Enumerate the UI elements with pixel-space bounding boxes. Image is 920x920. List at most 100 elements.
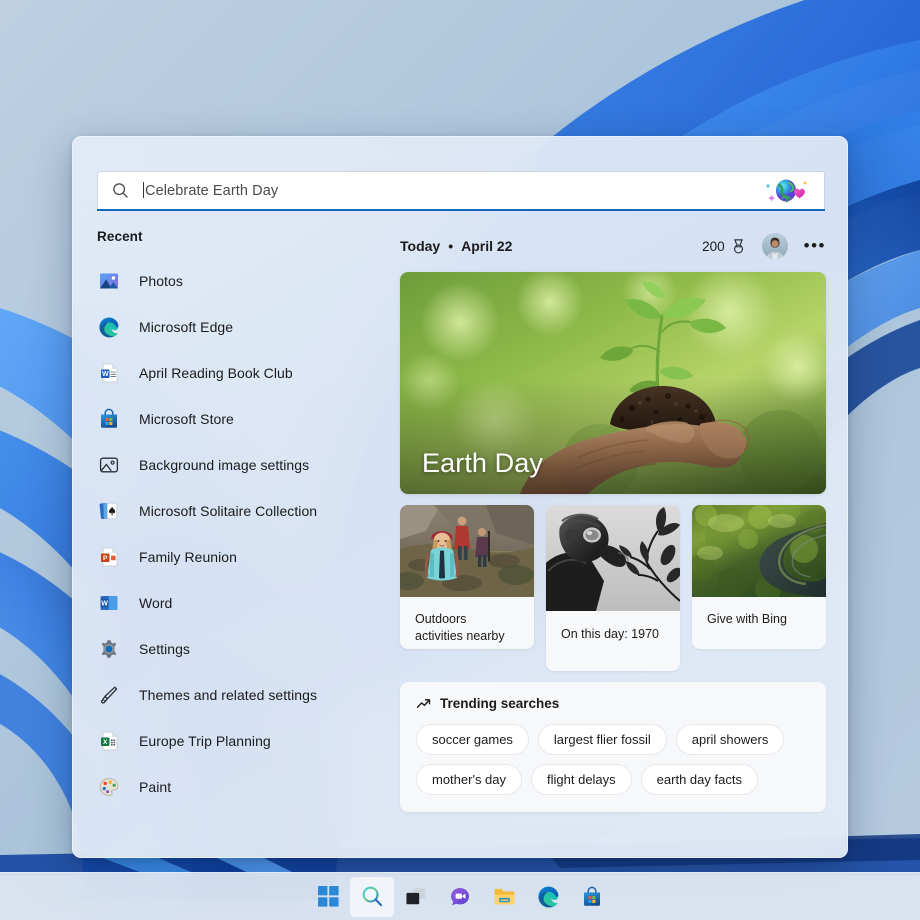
- edge-button[interactable]: [526, 877, 570, 917]
- microsoft-store-icon: [581, 886, 603, 908]
- svg-text:W: W: [101, 600, 108, 607]
- content-cards-row: Outdoors activities nearby: [400, 505, 826, 671]
- paint-palette-icon: [97, 775, 121, 799]
- trending-header: Trending searches: [416, 696, 810, 711]
- chat-button[interactable]: [438, 877, 482, 917]
- card-give-with-bing[interactable]: Give with Bing: [692, 505, 826, 649]
- svg-text:W: W: [102, 371, 109, 378]
- trending-pill[interactable]: largest flier fossil: [538, 724, 667, 755]
- task-view-button[interactable]: [394, 877, 438, 917]
- search-icon: [112, 182, 129, 199]
- sidebar-item-label: Microsoft Solitaire Collection: [139, 503, 317, 519]
- trending-pill[interactable]: flight delays: [531, 764, 632, 795]
- sidebar-item-label: Settings: [139, 641, 190, 657]
- search-accent-underline: [97, 209, 825, 211]
- sidebar-item-europe-trip-planning[interactable]: X Europe Trip Planning: [73, 718, 373, 764]
- sidebar-item-label: Microsoft Edge: [139, 319, 233, 335]
- card-on-this-day-1970[interactable]: On this day: 1970: [546, 505, 680, 671]
- sidebar-item-microsoft-store[interactable]: Microsoft Store: [73, 396, 373, 442]
- windows-search-panel: Celebrate Earth Day: [72, 136, 848, 858]
- svg-text:X: X: [103, 739, 108, 746]
- sidebar-item-paint[interactable]: Paint: [73, 764, 373, 810]
- photos-app-icon: [97, 269, 121, 293]
- earth-day-heart-icon[interactable]: [762, 177, 812, 205]
- header-separator: •: [448, 238, 453, 254]
- store-button[interactable]: [570, 877, 614, 917]
- today-label: Today: [400, 238, 440, 254]
- solitaire-icon: [97, 499, 121, 523]
- rewards-medal-icon[interactable]: [730, 238, 747, 255]
- search-query-text: Celebrate Earth Day: [145, 183, 278, 199]
- main-header: Today • April 22 200: [400, 229, 826, 263]
- card-label: Outdoors activities nearby: [400, 597, 534, 649]
- task-view-icon: [405, 887, 427, 907]
- windows-logo-icon: [318, 886, 339, 907]
- chat-teams-icon: [449, 886, 471, 908]
- word-document-icon: W: [97, 361, 121, 385]
- sidebar-item-family-reunion[interactable]: P Family Reunion: [73, 534, 373, 580]
- excel-document-icon: X: [97, 729, 121, 753]
- paintbrush-icon: [97, 683, 121, 707]
- sidebar-item-background-image-settings[interactable]: Background image settings: [73, 442, 373, 488]
- sidebar-item-themes-and-related-settings[interactable]: Themes and related settings: [73, 672, 373, 718]
- sidebar-item-settings[interactable]: Settings: [73, 626, 373, 672]
- sidebar-item-label: Microsoft Store: [139, 411, 234, 427]
- trending-pill[interactable]: earth day facts: [641, 764, 758, 795]
- settings-gear-icon: [97, 637, 121, 661]
- sidebar-item-april-reading-book-club[interactable]: W April Reading Book Club: [73, 350, 373, 396]
- card-label: Give with Bing: [692, 597, 826, 649]
- sidebar-item-label: Themes and related settings: [139, 687, 317, 703]
- search-box-container: Celebrate Earth Day: [97, 171, 825, 209]
- card-image-aerial-river-forest: [692, 505, 826, 597]
- card-image-hikers: [400, 505, 534, 597]
- powerpoint-document-icon: P: [97, 545, 121, 569]
- sidebar-item-microsoft-edge[interactable]: Microsoft Edge: [73, 304, 373, 350]
- sidebar-item-label: Europe Trip Planning: [139, 733, 271, 749]
- hero-card-earth-day[interactable]: Earth Day: [400, 272, 826, 494]
- card-outdoors-activities-nearby[interactable]: Outdoors activities nearby: [400, 505, 534, 649]
- microsoft-store-icon: [97, 407, 121, 431]
- text-caret: [143, 182, 144, 198]
- header-date: April 22: [461, 238, 512, 254]
- sidebar-item-label: Word: [139, 595, 172, 611]
- trending-pill[interactable]: april showers: [676, 724, 785, 755]
- desktop: Celebrate Earth Day: [0, 0, 920, 920]
- background-image-settings-icon: [97, 453, 121, 477]
- trending-up-arrow-icon: [416, 696, 431, 711]
- sidebar-item-microsoft-solitaire-collection[interactable]: Microsoft Solitaire Collection: [73, 488, 373, 534]
- today-date-group: Today • April 22: [400, 238, 512, 254]
- microsoft-edge-icon: [537, 885, 560, 908]
- trending-pill[interactable]: soccer games: [416, 724, 529, 755]
- main-content: Today • April 22 200: [400, 229, 826, 812]
- trending-pill-row: mother's day flight delays earth day fac…: [416, 764, 810, 795]
- sidebar-item-photos[interactable]: Photos: [73, 258, 373, 304]
- search-input[interactable]: Celebrate Earth Day: [97, 171, 825, 209]
- user-avatar[interactable]: [762, 233, 788, 259]
- sidebar-item-label: Background image settings: [139, 457, 309, 473]
- word-app-icon: W: [97, 591, 121, 615]
- more-options-button[interactable]: •••: [804, 241, 826, 251]
- search-input-value: Celebrate Earth Day: [143, 182, 278, 199]
- sidebar-item-label: Paint: [139, 779, 171, 795]
- sidebar-item-label: April Reading Book Club: [139, 365, 293, 381]
- sidebar-item-label: Photos: [139, 273, 183, 289]
- svg-text:P: P: [103, 555, 108, 562]
- file-explorer-button[interactable]: [482, 877, 526, 917]
- header-actions: 200: [702, 233, 826, 259]
- trending-searches-card: Trending searches soccer games largest f…: [400, 682, 826, 812]
- card-label: On this day: 1970: [546, 611, 680, 663]
- trending-pill[interactable]: mother's day: [416, 764, 522, 795]
- microsoft-edge-icon: [97, 315, 121, 339]
- sidebar-item-label: Family Reunion: [139, 549, 237, 565]
- hero-title: Earth Day: [422, 448, 543, 479]
- taskbar: [0, 872, 920, 920]
- recent-heading: Recent: [97, 229, 373, 244]
- search-button[interactable]: [350, 877, 394, 917]
- sidebar-item-word[interactable]: W Word: [73, 580, 373, 626]
- recent-sidebar: Recent Photos: [73, 229, 373, 810]
- trending-pill-row: soccer games largest flier fossil april …: [416, 724, 810, 755]
- start-button[interactable]: [306, 877, 350, 917]
- search-magnifier-icon: [361, 885, 384, 908]
- rewards-points-value: 200: [702, 239, 725, 254]
- trending-title: Trending searches: [440, 696, 559, 711]
